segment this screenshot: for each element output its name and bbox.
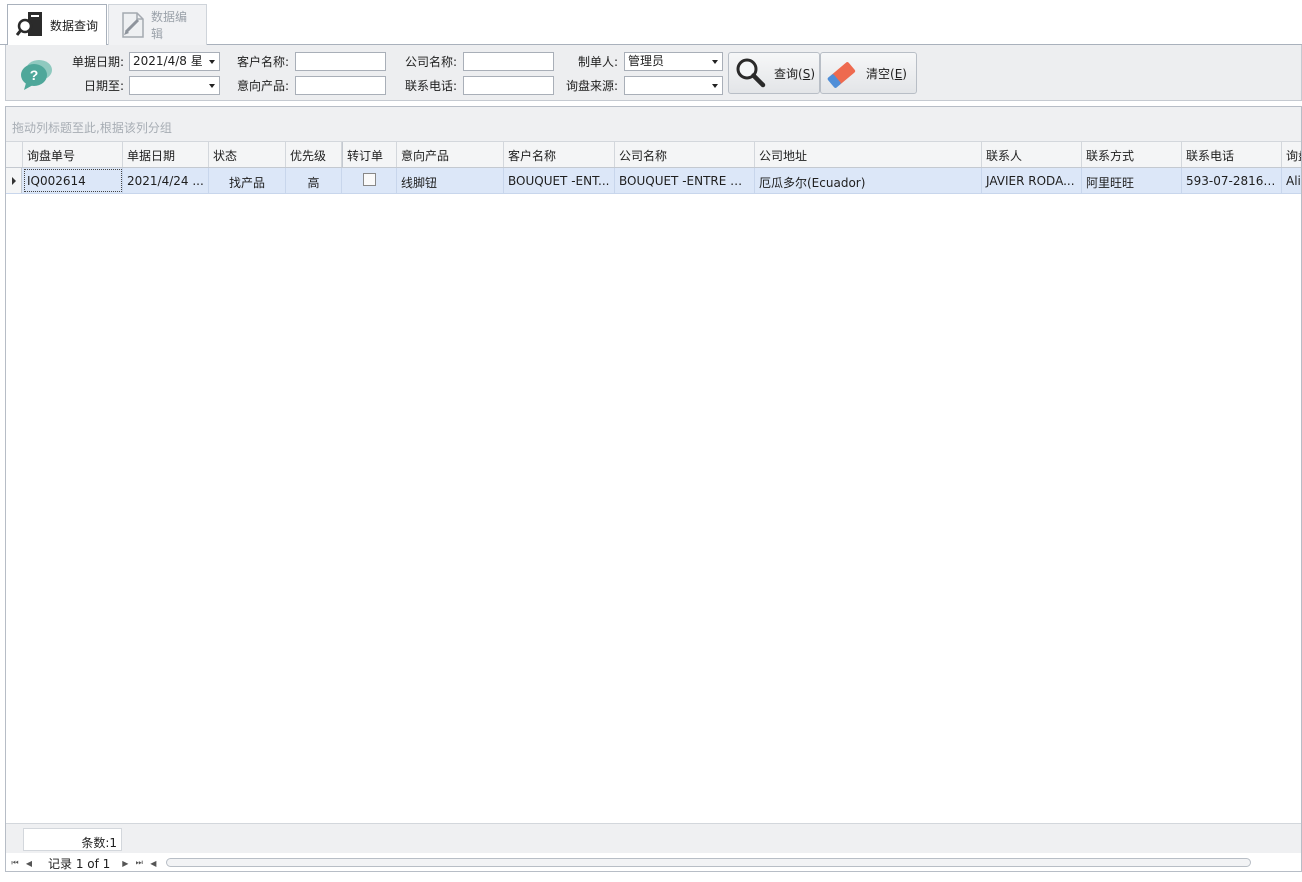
creator-value: 管理员	[628, 54, 665, 68]
scroll-left-icon[interactable]: ◀	[146, 855, 160, 871]
source-label: 询盘来源:	[565, 79, 618, 93]
cell-doc-date[interactable]: 2021/4/24 ...	[123, 168, 209, 193]
filter-panel: ? 单据日期: 2021/4/8 星 日期至: 客户名称: 意向产品: 公司名称…	[5, 45, 1302, 101]
cell-contact-method[interactable]: 阿里旺旺	[1082, 168, 1182, 193]
column-header-company[interactable]: 公司名称	[615, 142, 755, 167]
doc-date-value: 2021/4/8 星	[133, 54, 203, 68]
to-order-checkbox[interactable]	[362, 173, 376, 186]
cell-to-order[interactable]	[342, 168, 397, 193]
cell-contact[interactable]: JAVIER RODA...	[982, 168, 1082, 193]
company-name-label: 公司名称:	[404, 55, 457, 69]
tab-data-edit-label: 数据编辑	[151, 10, 188, 41]
svg-text:?: ?	[30, 67, 39, 83]
row-pointer-icon	[12, 177, 16, 185]
help-chat-icon: ?	[18, 57, 54, 91]
column-header-address[interactable]: 公司地址	[755, 142, 982, 167]
cell-address[interactable]: 厄瓜多尔(Ecuador)	[755, 168, 982, 193]
column-header-status[interactable]: 状态	[209, 142, 286, 167]
column-header-priority[interactable]: 优先级	[286, 142, 342, 167]
table-row[interactable]: IQ002614 2021/4/24 ... 找产品 高 线脚钮 BOUQUET…	[6, 168, 1301, 194]
cell-status[interactable]: 找产品	[209, 168, 286, 193]
creator-dropdown[interactable]: 管理员	[624, 52, 723, 71]
product-input[interactable]	[295, 76, 386, 95]
query-button-label: 查询(S)	[774, 66, 815, 81]
cell-company[interactable]: BOUQUET -ENTRE VI...	[615, 168, 755, 193]
group-by-panel[interactable]: 拖动列标题至此,根据该列分组	[6, 107, 1301, 142]
cell-inquiry-no[interactable]: IQ002614	[23, 168, 123, 193]
chevron-down-icon	[209, 84, 215, 88]
phone-input[interactable]	[463, 76, 554, 95]
search-doc-icon	[16, 10, 46, 40]
record-position: 记录 1 of 1	[48, 856, 111, 871]
first-record-icon[interactable]: ⏮	[8, 855, 22, 871]
cell-phone[interactable]: 593-07-2816658	[1182, 168, 1282, 193]
column-header-doc-date[interactable]: 单据日期	[123, 142, 209, 167]
date-to-label: 日期至:	[83, 79, 124, 93]
column-header-phone[interactable]: 联系电话	[1182, 142, 1282, 167]
eraser-icon	[826, 56, 860, 90]
customer-name-label: 客户名称:	[236, 55, 289, 69]
clear-button-label: 清空(E)	[866, 66, 907, 81]
doc-date-dropdown[interactable]: 2021/4/8 星	[129, 52, 220, 71]
cell-source[interactable]: Alib	[1282, 168, 1301, 193]
creator-label: 制单人:	[577, 55, 618, 69]
cell-priority[interactable]: 高	[286, 168, 342, 193]
customer-name-input[interactable]	[295, 52, 386, 71]
prev-record-icon[interactable]: ◀	[22, 855, 36, 871]
header-indicator	[6, 142, 23, 167]
source-dropdown[interactable]	[624, 76, 723, 95]
clear-button[interactable]: 清空(E)	[820, 52, 917, 94]
cell-product[interactable]: 线脚钮	[397, 168, 504, 193]
tab-data-query-label: 数据查询	[50, 18, 99, 33]
grid-footer: 条数:1	[6, 823, 1301, 853]
tab-data-query[interactable]: 数据查询	[7, 4, 107, 46]
phone-label: 联系电话:	[404, 79, 457, 93]
next-record-icon[interactable]: ▶	[118, 855, 132, 871]
query-button[interactable]: 查询(S)	[728, 52, 820, 94]
product-label: 意向产品:	[236, 79, 289, 93]
date-to-dropdown[interactable]	[129, 76, 220, 95]
doc-date-label: 单据日期:	[71, 55, 124, 69]
chevron-down-icon	[712, 84, 718, 88]
cell-customer[interactable]: BOUQUET -ENT...	[504, 168, 615, 193]
column-header-inquiry-no[interactable]: 询盘单号	[23, 142, 123, 167]
tab-data-edit[interactable]: 数据编辑	[108, 4, 207, 45]
record-count: 条数:1	[23, 828, 122, 851]
edit-doc-icon	[117, 10, 147, 40]
horizontal-scrollbar[interactable]	[166, 858, 1251, 867]
column-header-customer[interactable]: 客户名称	[504, 142, 615, 167]
column-header-contact[interactable]: 联系人	[982, 142, 1082, 167]
column-header-to-order[interactable]: 转订单	[342, 142, 397, 167]
chevron-down-icon	[209, 60, 215, 64]
search-icon	[734, 56, 768, 90]
column-header-product[interactable]: 意向产品	[397, 142, 504, 167]
company-name-input[interactable]	[463, 52, 554, 71]
row-indicator	[6, 168, 22, 193]
tab-bar: 数据查询 数据编辑	[0, 0, 1302, 46]
data-grid: 拖动列标题至此,根据该列分组 询盘单号 单据日期 状态 优先级 转订单 意向产品…	[5, 106, 1302, 872]
last-record-icon[interactable]: ⏭	[132, 855, 146, 871]
chevron-down-icon	[712, 60, 718, 64]
grid-header: 询盘单号 单据日期 状态 优先级 转订单 意向产品 客户名称 公司名称 公司地址…	[6, 142, 1301, 168]
record-navigator: ⏮ ◀ 记录 1 of 1 ▶ ⏭ ◀	[6, 853, 1301, 871]
column-header-contact-method[interactable]: 联系方式	[1082, 142, 1182, 167]
column-header-source[interactable]: 询盘	[1282, 142, 1301, 167]
